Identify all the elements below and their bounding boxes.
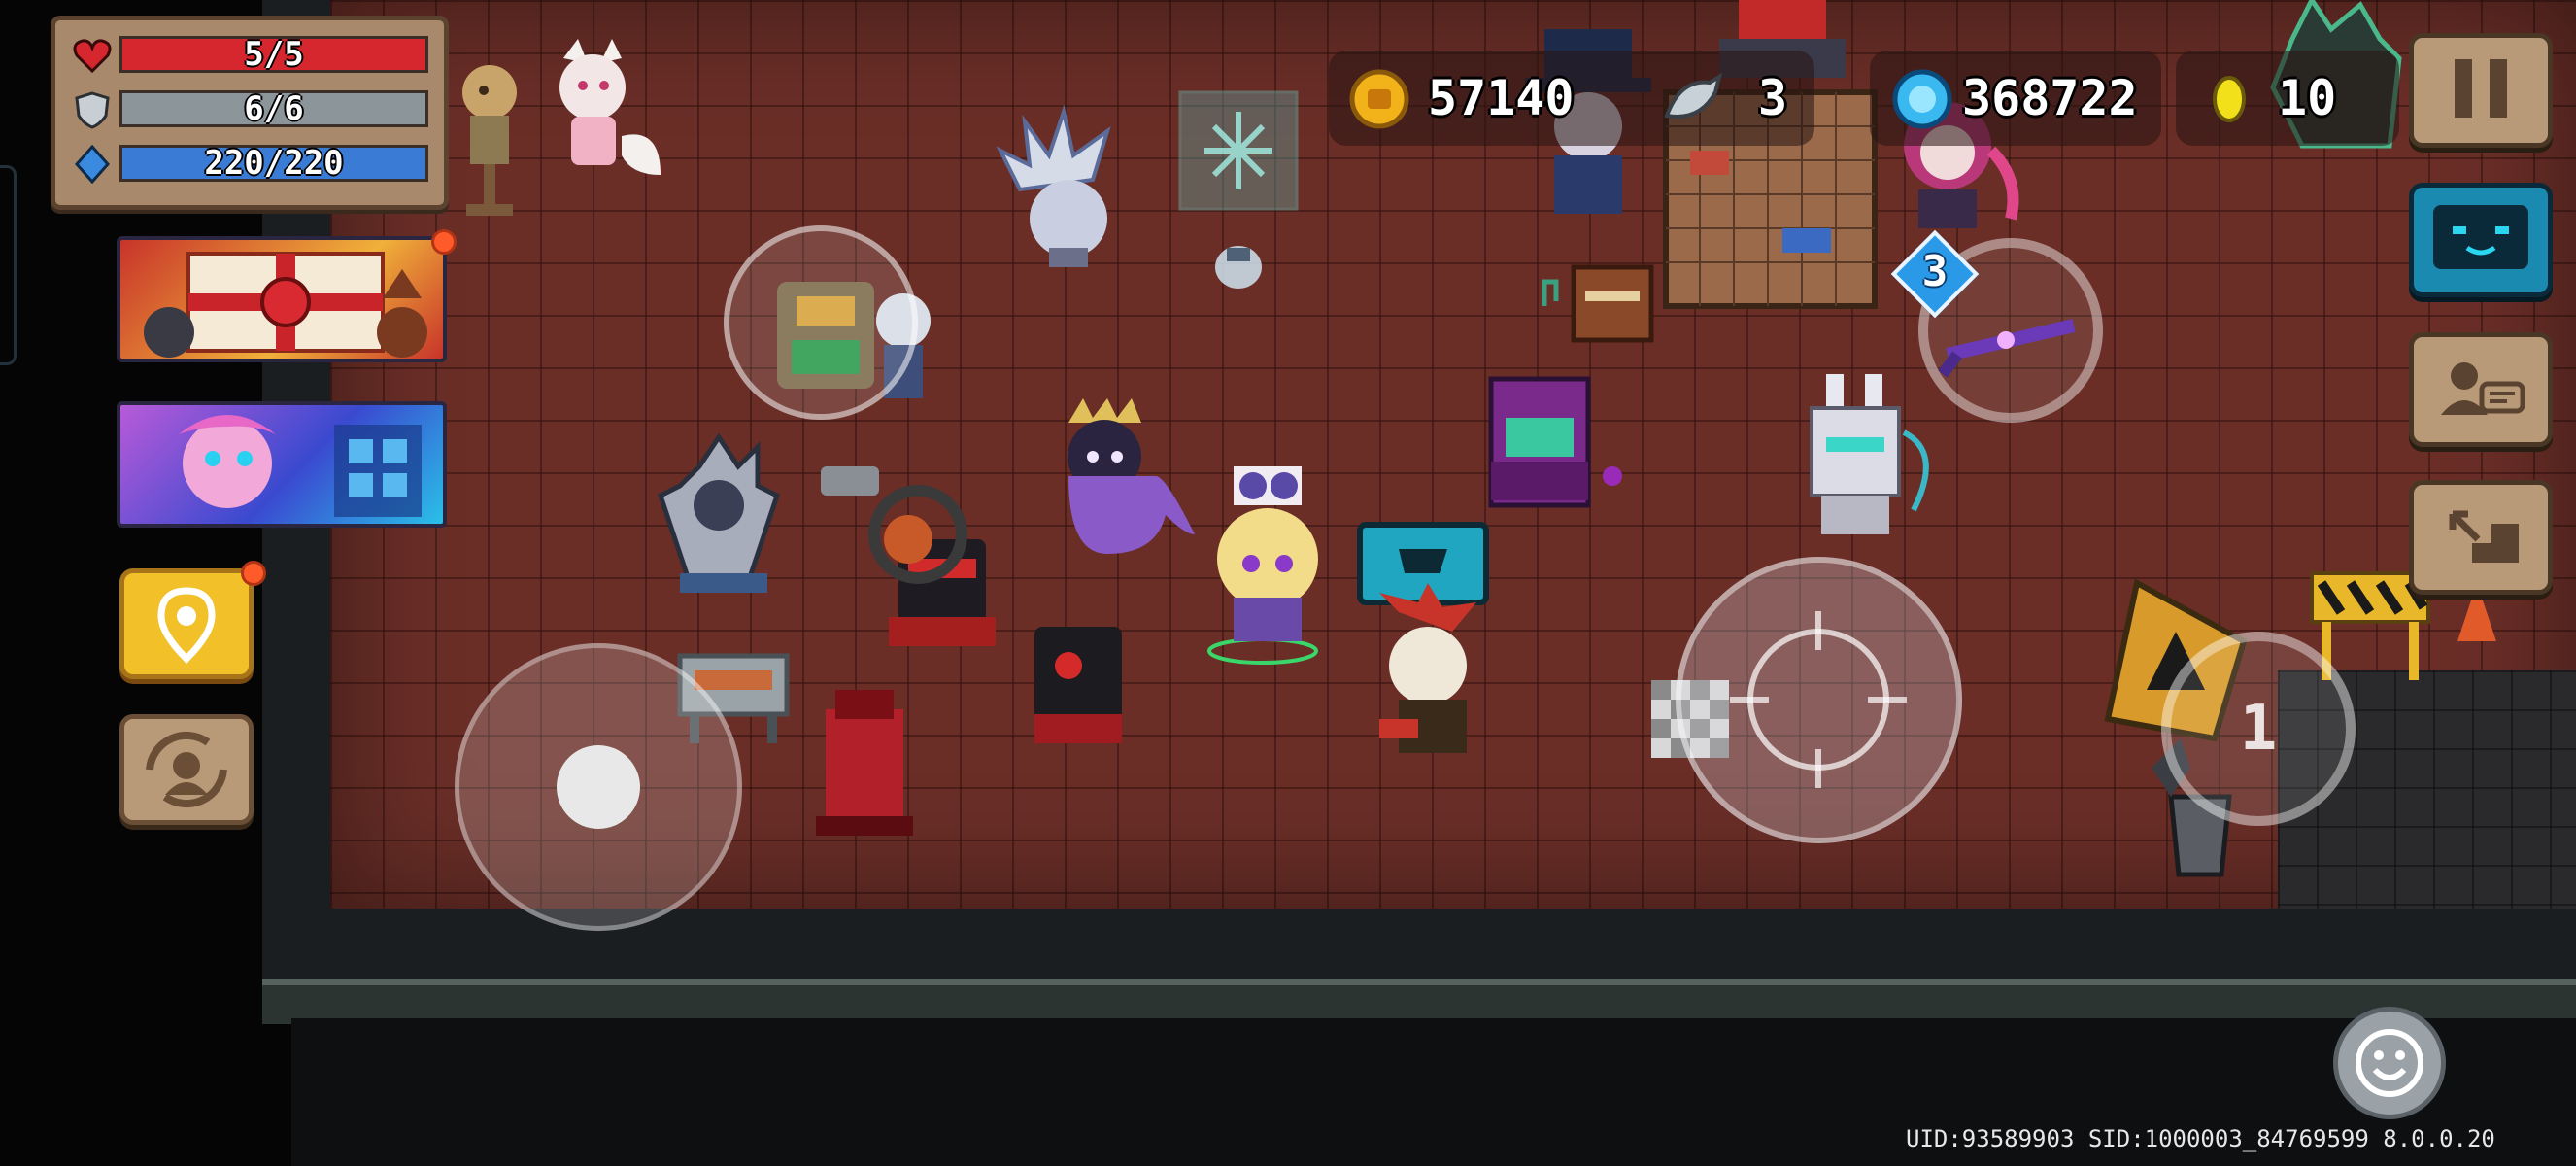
- yellow-token-icon: [2213, 76, 2246, 122]
- blue-gem-icon: [1892, 69, 1952, 129]
- crosshair-icon: [1730, 611, 1907, 788]
- chat-button[interactable]: [2409, 183, 2553, 297]
- fish-amount: 3: [1758, 70, 1788, 126]
- hologram-projector: [1178, 90, 1299, 289]
- map-location-button[interactable]: [119, 568, 254, 679]
- white-dragon-pet: [996, 104, 1111, 267]
- swap-character-button[interactable]: [119, 714, 254, 825]
- hp-bar: 5/5: [119, 36, 428, 73]
- skin-promo-banner[interactable]: [117, 401, 447, 528]
- red-mech-character: [816, 690, 913, 836]
- event-banner-badge: [431, 229, 457, 255]
- chat-face-icon: [2433, 205, 2528, 269]
- armor-value: 6/6: [244, 89, 304, 128]
- skill-charge-count: 3: [1921, 247, 1949, 296]
- energy-row: 220/220: [73, 143, 432, 186]
- interact-target-ring[interactable]: [724, 225, 918, 420]
- event-gift-banner[interactable]: [117, 236, 447, 362]
- gold-amount: 57140: [1428, 70, 1575, 126]
- gems-amount: 368722: [1962, 70, 2138, 126]
- tokens-amount: 10: [2278, 70, 2337, 126]
- map-pin-icon: [157, 587, 216, 664]
- purple-witch-character: [1068, 398, 1195, 554]
- armor-bar: 6/6: [119, 90, 428, 127]
- armor-row: 6/6: [73, 88, 432, 131]
- location-badge: [241, 561, 266, 586]
- dark-mech-character-2: [1034, 627, 1122, 743]
- pause-icon: [2455, 59, 2507, 118]
- uid-version-text: UID:93589903 SID:1000003_84769599 8.0.0.…: [1906, 1125, 2495, 1152]
- swap-character-icon: [146, 731, 227, 808]
- attack-button[interactable]: [1676, 557, 1962, 843]
- energy-value: 220/220: [204, 144, 344, 183]
- armored-knight-character: [657, 432, 781, 593]
- profile-button[interactable]: [2409, 332, 2553, 447]
- hp-row: 5/5: [73, 34, 432, 77]
- movement-joystick[interactable]: [455, 643, 742, 931]
- joystick-knob[interactable]: [557, 745, 640, 829]
- profile-card-icon: [2441, 362, 2525, 415]
- player-stats-panel: 5/5 6/6 220/220: [51, 16, 449, 210]
- training-dummy: [462, 65, 517, 216]
- purple-chest: [1488, 376, 1622, 508]
- diamond-energy-icon: [74, 145, 111, 184]
- smiley-icon: [2356, 1029, 2423, 1097]
- emote-button[interactable]: [2333, 1007, 2446, 1119]
- exit-stairs-icon: [2443, 510, 2519, 563]
- heart-icon: [73, 39, 112, 74]
- weapon-swap-button[interactable]: 1: [2161, 632, 2356, 826]
- gift-box-icon: [144, 252, 427, 358]
- wooden-sign: [1542, 264, 1654, 343]
- shield-icon: [75, 91, 110, 129]
- fox-girl-character: [559, 39, 661, 175]
- bunny-robot: [1810, 374, 1929, 534]
- character-portrait-icon: [179, 415, 422, 517]
- jester-character: [1379, 583, 1476, 753]
- hp-value: 5/5: [244, 35, 304, 74]
- shop-terminal: [1357, 522, 1489, 605]
- screen-edge-notch: [0, 165, 17, 365]
- exit-button[interactable]: [2409, 480, 2553, 595]
- fish-icon: [1664, 73, 1723, 119]
- energy-bar: 220/220: [119, 145, 428, 182]
- gold-coin-icon: [1349, 69, 1409, 129]
- weapon-slot-number: 1: [2239, 693, 2278, 765]
- player-character: [1207, 466, 1318, 665]
- pause-button[interactable]: [2409, 33, 2553, 148]
